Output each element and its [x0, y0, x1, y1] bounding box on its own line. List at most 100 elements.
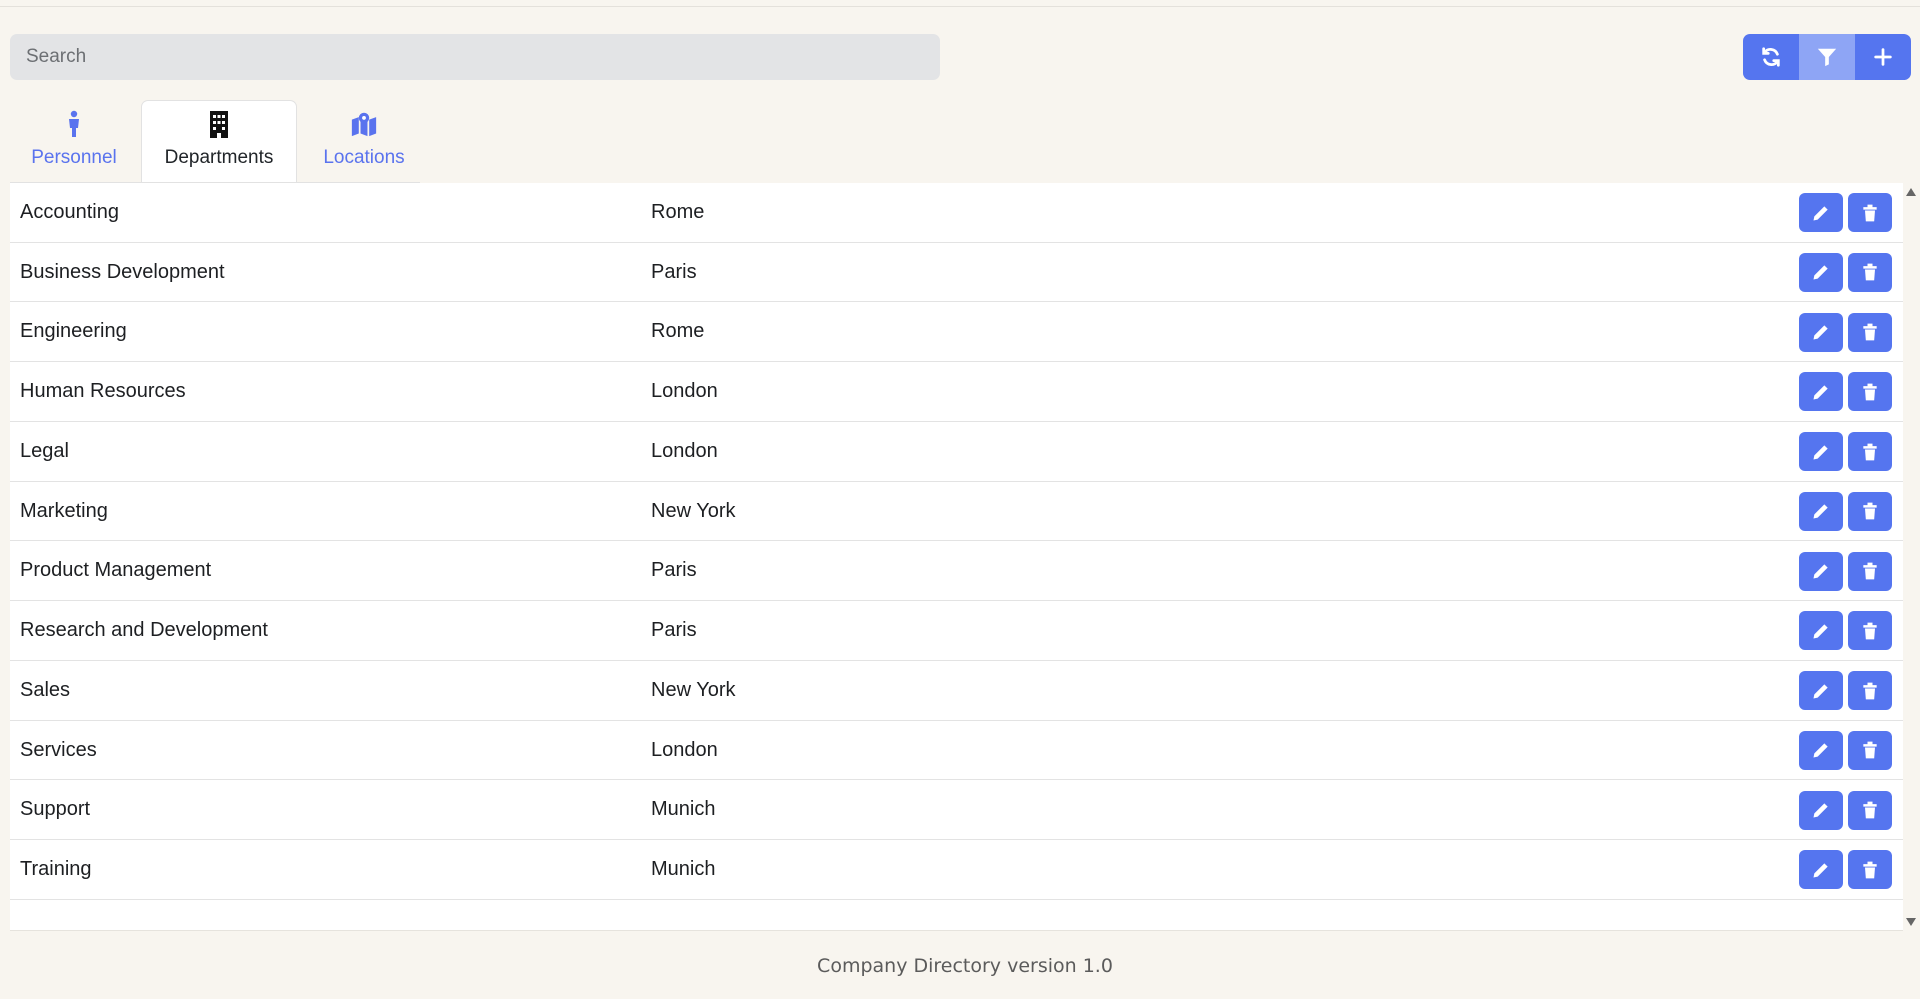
department-location: London — [651, 380, 718, 402]
edit-button[interactable] — [1799, 432, 1843, 471]
pencil-icon — [1811, 740, 1831, 760]
pencil-icon — [1811, 501, 1831, 521]
trash-icon — [1860, 561, 1880, 581]
department-name: Product Management — [20, 559, 212, 582]
trash-icon — [1860, 501, 1880, 521]
edit-button[interactable] — [1799, 671, 1843, 710]
tab-label: Departments — [164, 147, 274, 168]
table-row: Services London — [10, 721, 1903, 781]
table-row: Marketing New York — [10, 482, 1903, 542]
tab-label: Personnel — [31, 147, 117, 168]
footer-divider — [10, 930, 1903, 931]
pencil-icon — [1811, 800, 1831, 820]
tab-label: Locations — [323, 147, 405, 168]
footer-text: Company Directory version 1.0 — [817, 955, 1113, 977]
department-name: Legal — [20, 439, 69, 462]
departments-table: Accounting Rome Business Development Paris E… — [10, 183, 1903, 930]
delete-button[interactable] — [1848, 671, 1892, 710]
department-name: Training — [20, 858, 92, 880]
pencil-icon — [1811, 442, 1831, 462]
trash-icon — [1860, 382, 1880, 402]
department-name: Business Development — [20, 260, 225, 283]
department-location: Paris — [651, 260, 697, 283]
top-divider — [0, 6, 1920, 7]
department-location: Munich — [651, 858, 716, 880]
department-location: Rome — [651, 200, 705, 223]
toolbar-button-group — [1743, 34, 1911, 80]
department-location: Paris — [651, 619, 697, 641]
person-icon — [60, 109, 88, 139]
table-row: Engineering Rome — [10, 303, 1903, 362]
building-icon — [205, 109, 233, 139]
scroll-up-arrow-icon[interactable] — [1905, 186, 1917, 198]
search-input[interactable] — [10, 34, 940, 80]
plus-icon — [1874, 48, 1892, 66]
delete-button[interactable] — [1848, 491, 1892, 531]
pencil-icon — [1811, 322, 1831, 342]
tab-locations[interactable]: Locations — [300, 100, 428, 183]
department-location: London — [651, 439, 718, 462]
delete-button[interactable] — [1848, 372, 1892, 412]
edit-button[interactable] — [1799, 551, 1843, 591]
pencil-icon — [1811, 860, 1831, 880]
delete-button[interactable] — [1848, 730, 1892, 770]
edit-button[interactable] — [1799, 312, 1843, 352]
table-row: Training Munich — [10, 840, 1903, 900]
trash-icon — [1860, 681, 1880, 701]
department-name: Support — [20, 798, 91, 821]
table-row: Research and Development Paris — [10, 601, 1903, 661]
delete-button[interactable] — [1848, 611, 1892, 651]
pencil-icon — [1811, 262, 1831, 282]
delete-button[interactable] — [1848, 252, 1892, 292]
trash-icon — [1860, 203, 1880, 223]
pencil-icon — [1811, 621, 1831, 641]
department-name: Marketing — [20, 499, 108, 522]
department-location: New York — [651, 499, 736, 522]
table-row: Product Management Paris — [10, 542, 1903, 601]
trash-icon — [1860, 322, 1880, 342]
edit-button[interactable] — [1799, 491, 1843, 531]
pencil-icon — [1811, 681, 1831, 701]
refresh-icon — [1762, 47, 1780, 67]
edit-button[interactable] — [1799, 611, 1843, 651]
edit-button[interactable] — [1799, 790, 1843, 830]
table-row: Human Resources London — [10, 362, 1903, 422]
scroll-down-arrow-icon[interactable] — [1905, 916, 1917, 928]
pencil-icon — [1811, 561, 1831, 581]
edit-button[interactable] — [1799, 252, 1843, 292]
trash-icon — [1860, 262, 1880, 282]
tab-departments[interactable]: Departments — [141, 100, 297, 183]
department-name: Human Resources — [20, 380, 186, 402]
delete-button[interactable] — [1848, 432, 1892, 471]
filter-button[interactable] — [1799, 34, 1855, 80]
edit-button[interactable] — [1799, 850, 1843, 890]
department-name: Accounting — [20, 200, 119, 223]
department-location: Munich — [651, 798, 716, 821]
delete-button[interactable] — [1848, 850, 1892, 890]
table-row: Legal London — [10, 422, 1903, 482]
edit-button[interactable] — [1799, 193, 1843, 232]
department-name: Engineering — [20, 320, 127, 343]
department-name: Research and Development — [20, 619, 268, 641]
trash-icon — [1860, 800, 1880, 820]
delete-button[interactable] — [1848, 551, 1892, 591]
tab-personnel[interactable]: Personnel — [10, 100, 138, 183]
table-row: Support Munich — [10, 781, 1903, 840]
edit-button[interactable] — [1799, 730, 1843, 770]
trash-icon — [1860, 860, 1880, 880]
add-button[interactable] — [1855, 34, 1911, 80]
delete-button[interactable] — [1848, 312, 1892, 352]
department-location: London — [651, 738, 718, 761]
department-location: New York — [651, 678, 736, 701]
refresh-button[interactable] — [1743, 34, 1799, 80]
department-name: Services — [20, 738, 97, 761]
edit-button[interactable] — [1799, 372, 1843, 412]
trash-icon — [1860, 442, 1880, 462]
table-row: Sales New York — [10, 661, 1903, 721]
department-location: Paris — [651, 559, 697, 582]
trash-icon — [1860, 740, 1880, 760]
delete-button[interactable] — [1848, 790, 1892, 830]
trash-icon — [1860, 621, 1880, 641]
department-name: Sales — [20, 678, 71, 701]
delete-button[interactable] — [1848, 193, 1892, 232]
